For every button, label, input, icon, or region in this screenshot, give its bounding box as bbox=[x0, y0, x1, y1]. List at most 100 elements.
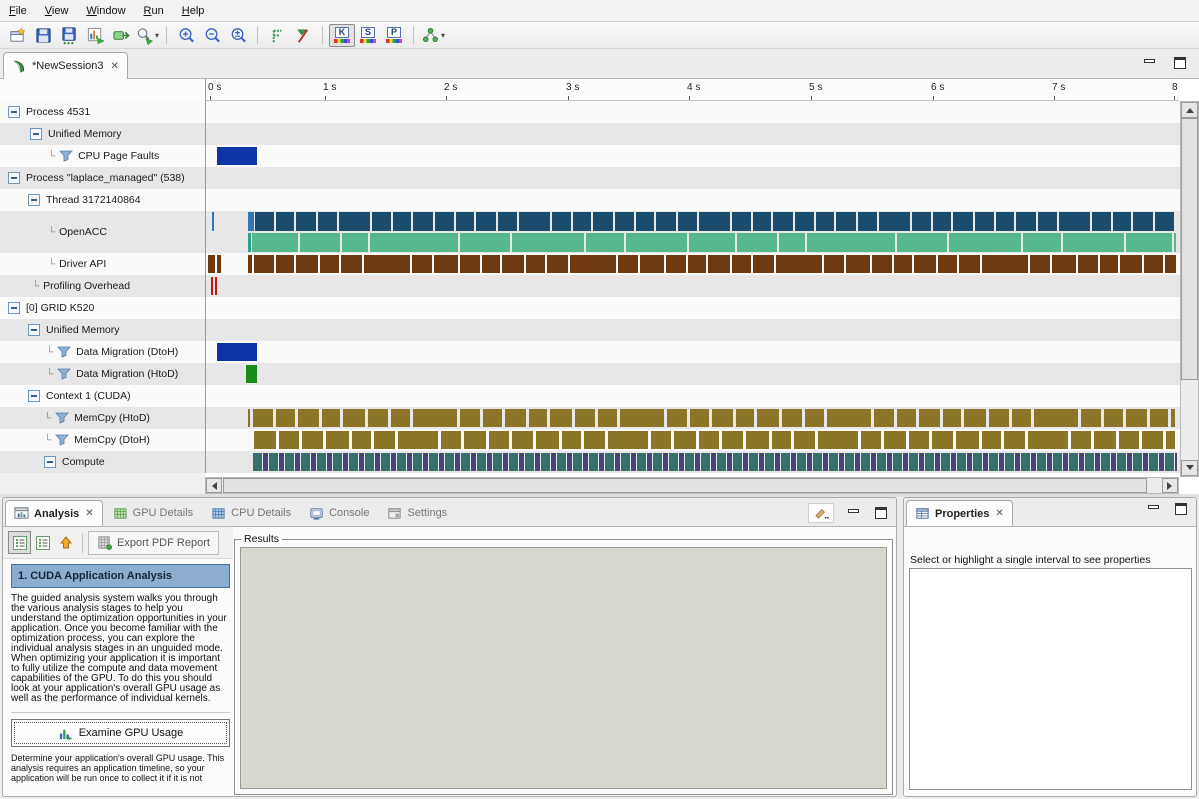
scroll-up-button[interactable] bbox=[1181, 102, 1198, 118]
interval-bar[interactable] bbox=[732, 212, 751, 231]
interval-bar[interactable] bbox=[593, 212, 613, 231]
row-timeline[interactable] bbox=[205, 319, 1180, 341]
interval-bar[interactable] bbox=[1079, 453, 1084, 471]
stream-coloring-button[interactable]: S bbox=[355, 24, 381, 47]
interval-bar[interactable] bbox=[776, 255, 822, 273]
collapse-toggle-icon[interactable] bbox=[8, 106, 20, 118]
interval-bar[interactable] bbox=[397, 453, 406, 471]
interval-bar[interactable] bbox=[327, 453, 332, 471]
interval-bar[interactable] bbox=[343, 453, 348, 471]
interval-bar[interactable] bbox=[374, 431, 395, 449]
interval-bar[interactable] bbox=[254, 255, 274, 273]
interval-bar[interactable] bbox=[973, 453, 982, 471]
interval-bar[interactable] bbox=[276, 409, 295, 427]
interval-bar[interactable] bbox=[519, 453, 524, 471]
zoom-fit-button[interactable] bbox=[225, 24, 251, 47]
interval-bar[interactable] bbox=[690, 409, 709, 427]
guided-analysis-button[interactable] bbox=[8, 531, 31, 554]
interval-bar[interactable] bbox=[722, 431, 743, 449]
interval-bar[interactable] bbox=[689, 233, 735, 252]
menu-run[interactable]: Run bbox=[135, 3, 173, 19]
interval-bar[interactable] bbox=[365, 453, 374, 471]
interval-bar[interactable] bbox=[1092, 212, 1111, 231]
interval-bar[interactable] bbox=[1165, 453, 1174, 471]
interval-bar[interactable] bbox=[605, 453, 614, 471]
interval-bar[interactable] bbox=[413, 453, 422, 471]
interval-bar[interactable] bbox=[708, 255, 730, 273]
interval-bar[interactable] bbox=[877, 453, 886, 471]
row-label[interactable]: └MemCpy (DtoH) bbox=[0, 429, 205, 451]
interval-bar[interactable] bbox=[599, 453, 604, 471]
interval-bar[interactable] bbox=[669, 453, 678, 471]
interval-bar[interactable] bbox=[1155, 212, 1174, 231]
interval-bar[interactable] bbox=[487, 453, 492, 471]
interval-bar[interactable] bbox=[246, 365, 257, 383]
interval-bar[interactable] bbox=[435, 212, 454, 231]
dropdown-caret-icon[interactable]: ▾ bbox=[155, 31, 159, 40]
filter-icon[interactable] bbox=[55, 434, 69, 446]
interval-bar[interactable] bbox=[509, 453, 518, 471]
scroll-down-button[interactable] bbox=[1181, 460, 1198, 476]
interval-bar[interactable] bbox=[1120, 255, 1142, 273]
collapse-toggle-icon[interactable] bbox=[8, 302, 20, 314]
interval-bar[interactable] bbox=[982, 255, 1028, 273]
interval-bar[interactable] bbox=[1126, 409, 1147, 427]
interval-bar[interactable] bbox=[736, 409, 754, 427]
interval-bar[interactable] bbox=[897, 409, 916, 427]
interval-bar[interactable] bbox=[615, 453, 620, 471]
interval-bar[interactable] bbox=[996, 212, 1014, 231]
unguided-analysis-button[interactable]: ▾ bbox=[420, 24, 446, 47]
interval-bar[interactable] bbox=[423, 453, 428, 471]
interval-bar[interactable] bbox=[1063, 453, 1068, 471]
interval-bar[interactable] bbox=[455, 453, 460, 471]
interval-bar[interactable] bbox=[1053, 453, 1062, 471]
maximize-button[interactable] bbox=[1173, 57, 1187, 69]
interval-bar[interactable] bbox=[1038, 212, 1057, 231]
interval-bar[interactable] bbox=[824, 255, 844, 273]
kernel-coloring-button[interactable]: K bbox=[329, 24, 355, 47]
interval-bar[interactable] bbox=[836, 212, 856, 231]
interval-bar[interactable] bbox=[477, 453, 486, 471]
interval-bar[interactable] bbox=[1081, 409, 1101, 427]
interval-bar[interactable] bbox=[381, 453, 390, 471]
interval-bar[interactable] bbox=[505, 409, 526, 427]
interval-bar[interactable] bbox=[759, 453, 764, 471]
interval-bar[interactable] bbox=[1047, 453, 1052, 471]
row-label[interactable]: └CPU Page Faults bbox=[0, 145, 205, 167]
interval-bar[interactable] bbox=[933, 212, 951, 231]
interval-bar[interactable] bbox=[615, 212, 634, 231]
interval-bar[interactable] bbox=[732, 255, 751, 273]
interval-bar[interactable] bbox=[743, 453, 748, 471]
tab-cpu-details[interactable]: CPU Details bbox=[203, 500, 299, 526]
minimize-button[interactable] bbox=[847, 507, 861, 519]
interval-bar[interactable] bbox=[253, 453, 262, 471]
row-timeline[interactable] bbox=[205, 385, 1180, 407]
interval-bar[interactable] bbox=[326, 431, 349, 449]
interval-bar[interactable] bbox=[526, 255, 545, 273]
interval-bar[interactable] bbox=[255, 212, 274, 231]
interval-bar[interactable] bbox=[959, 255, 980, 273]
scroll-left-button[interactable] bbox=[206, 478, 222, 493]
filter-icon[interactable] bbox=[57, 346, 71, 358]
interval-bar[interactable] bbox=[818, 431, 858, 449]
row-label[interactable]: └MemCpy (HtoD) bbox=[0, 407, 205, 429]
interval-bar[interactable] bbox=[782, 409, 802, 427]
interval-bar[interactable] bbox=[1104, 409, 1123, 427]
interval-bar[interactable] bbox=[1150, 409, 1168, 427]
row-timeline[interactable] bbox=[205, 167, 1180, 189]
interval-bar[interactable] bbox=[1165, 255, 1176, 273]
interval-bar[interactable] bbox=[884, 431, 906, 449]
interval-bar[interactable] bbox=[263, 453, 268, 471]
interval-bar[interactable] bbox=[441, 431, 461, 449]
interval-bar[interactable] bbox=[816, 212, 834, 231]
minimize-button[interactable] bbox=[1147, 503, 1161, 515]
row-timeline[interactable] bbox=[205, 101, 1180, 123]
interval-bar[interactable] bbox=[352, 431, 371, 449]
interval-bar[interactable] bbox=[343, 409, 365, 427]
tab-gpu-details[interactable]: GPU Details bbox=[105, 500, 202, 526]
interval-bar[interactable] bbox=[359, 453, 364, 471]
row-timeline[interactable] bbox=[205, 189, 1180, 211]
interval-bar[interactable] bbox=[679, 453, 684, 471]
scroll-right-button[interactable] bbox=[1162, 478, 1178, 493]
interval-bar[interactable] bbox=[502, 255, 524, 273]
